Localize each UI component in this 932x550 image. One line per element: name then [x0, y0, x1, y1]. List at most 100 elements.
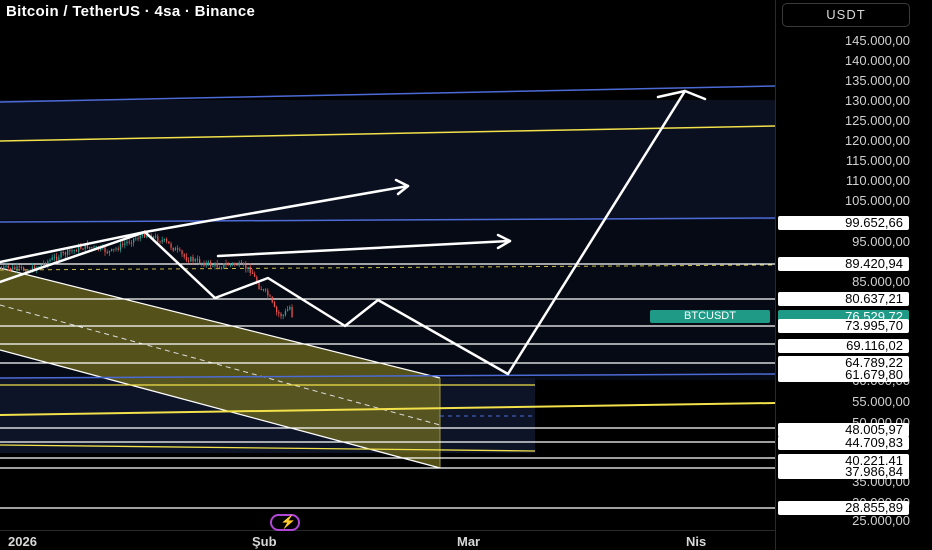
level-label: 80.637,21 — [778, 292, 909, 306]
candle-body — [119, 243, 122, 250]
level-label: 28.855,89 — [778, 501, 909, 515]
candle-body — [282, 315, 284, 317]
candle-body — [265, 289, 267, 291]
candle-body — [236, 264, 238, 266]
candle-body — [251, 272, 254, 275]
candle-body — [170, 243, 172, 248]
candle-body — [185, 256, 188, 261]
candle-body — [42, 263, 45, 265]
candle-body — [135, 238, 137, 240]
candle-body — [49, 260, 51, 262]
price-tick: 140.000,00 — [844, 53, 910, 68]
candle-body — [3, 266, 5, 269]
candle-body — [196, 259, 199, 261]
candle-body — [243, 263, 245, 265]
candle-body — [216, 263, 218, 268]
lightning-icon[interactable]: ⚡ — [270, 514, 300, 531]
price-tick: 135.000,00 — [844, 73, 910, 88]
candle-body — [262, 289, 265, 291]
candle-body — [69, 249, 71, 252]
price-tick: 85.000,00 — [852, 274, 910, 289]
candle-body — [82, 248, 84, 250]
candle-body — [18, 266, 20, 268]
candle-body — [62, 252, 64, 254]
candle-body — [188, 260, 190, 262]
candle-body — [214, 263, 216, 266]
candle-body — [51, 257, 53, 261]
candle-body — [1, 268, 3, 269]
candle-body — [168, 241, 170, 244]
candle-body — [267, 290, 269, 296]
candle-body — [71, 250, 73, 252]
price-chart[interactable] — [0, 0, 775, 530]
currency-selector[interactable]: USDT — [782, 3, 910, 27]
candle-body — [93, 246, 95, 248]
candle-body — [128, 241, 130, 243]
candle-body — [240, 262, 243, 264]
candle-body — [276, 306, 278, 313]
candle-body — [212, 265, 214, 267]
candle-body — [108, 250, 111, 253]
candle-body — [161, 240, 163, 242]
candle-body — [284, 311, 287, 316]
candle-body — [130, 242, 133, 244]
candle-body — [80, 246, 82, 249]
candle-body — [155, 236, 157, 238]
candle-body — [221, 267, 223, 269]
candle-body — [273, 302, 276, 307]
candle-body — [258, 283, 260, 290]
candle-body — [232, 263, 234, 265]
candle-body — [247, 266, 249, 270]
candle-body — [223, 263, 225, 268]
level-label: 44.709,83 — [778, 436, 909, 450]
candle-body — [106, 252, 108, 254]
candle-body — [117, 248, 119, 250]
candle-body — [7, 265, 9, 268]
candle-body — [78, 246, 80, 252]
price-tick: 25.000,00 — [852, 513, 910, 528]
chart-title: Bitcoin / TetherUS · 4sa · Binance — [6, 3, 256, 20]
time-axis[interactable]: 2026 Şub Mar Nis — [0, 530, 775, 550]
time-label: Mar — [457, 534, 481, 549]
blue-trendline-top — [0, 85, 775, 103]
price-tick: 55.000,00 — [852, 394, 910, 409]
candle-body — [269, 295, 271, 297]
candle-body — [133, 238, 135, 243]
candle-body — [56, 256, 58, 260]
candle-body — [91, 246, 93, 248]
background-zone — [0, 100, 775, 220]
level-label: 89.420,94 — [778, 257, 909, 271]
candle-body — [75, 249, 78, 252]
price-tick: 105.000,00 — [844, 193, 910, 208]
candle-body — [5, 265, 7, 267]
candle-body — [115, 248, 117, 250]
candle-body — [207, 261, 210, 263]
candle-body — [234, 263, 236, 265]
price-tick: 120.000,00 — [844, 133, 910, 148]
candle-body — [60, 252, 62, 258]
time-label: Nis — [686, 534, 707, 549]
level-label: 69.116,02 — [778, 339, 909, 353]
level-label: 99.652,66 — [778, 216, 909, 230]
candle-body — [192, 256, 194, 262]
candle-body — [12, 267, 14, 270]
candle-body — [113, 248, 115, 250]
level-label: 37.986,84 — [778, 465, 909, 479]
candle-body — [181, 250, 183, 255]
candle-body — [238, 262, 240, 266]
candle-body — [260, 289, 262, 291]
candle-body — [139, 235, 141, 239]
candle-body — [23, 267, 25, 271]
candle-body — [201, 262, 203, 264]
candle-body — [210, 261, 212, 267]
candle-body — [104, 247, 106, 253]
candle-body — [278, 312, 280, 314]
candle-body — [177, 248, 179, 250]
price-tick: 110.000,00 — [845, 173, 910, 188]
candle-body — [194, 259, 196, 262]
candle-body — [122, 243, 124, 245]
candle-body — [124, 243, 126, 245]
price-tick: 130.000,00 — [844, 93, 910, 108]
candle-body — [289, 306, 291, 310]
candle-body — [225, 263, 227, 265]
